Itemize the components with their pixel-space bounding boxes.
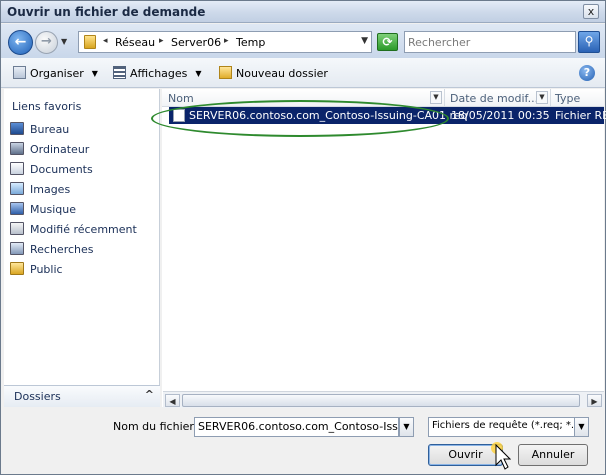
favorites-title: Liens favoris [12,100,82,113]
filetype-select[interactable]: Fichiers de requête (*.req; *.tx [428,417,576,437]
column-header-name[interactable]: Nom [168,92,194,105]
breadcrumb-separator-icon[interactable]: ▸ [224,36,229,46]
documents-icon [10,162,24,175]
sidebar-item-label: Recherches [30,243,94,256]
views-menu[interactable]: Affichages ▼ [113,66,202,80]
chevron-down-icon: ▼ [195,69,202,78]
forward-button[interactable]: → [35,31,58,54]
file-date: 18/05/2011 00:35 [451,109,550,122]
breadcrumb-separator-icon[interactable]: ◂ [103,36,108,46]
sidebar-item-label: Public [30,263,63,276]
music-icon [10,202,24,215]
sidebar-item-recherches[interactable]: Recherches [10,242,94,260]
filename-label: Nom du fichier : [113,420,202,433]
searches-icon [10,242,24,255]
search-input[interactable]: Rechercher [404,31,576,53]
column-filter-icon[interactable]: ▼ [536,91,548,104]
column-header-date[interactable]: Date de modif... [450,92,538,105]
sidebar-item-label: Bureau [30,123,70,136]
column-header-type[interactable]: Type [555,92,580,105]
filetype-dropdown-icon[interactable]: ▼ [574,417,589,437]
sidebar-item-bureau[interactable]: Bureau [10,122,69,140]
public-folder-icon [10,262,24,275]
breadcrumb-temp[interactable]: Temp [236,36,265,49]
folders-toggle[interactable]: Dossiers ^ [4,385,160,407]
address-dropdown-icon[interactable]: ▼ [361,36,368,46]
navigation-bar: ← → ▼ ◂ Réseau ▸ Server06 ▸ Temp ▼ ⟳ Rec… [1,24,605,58]
organize-label: Organiser [30,67,84,80]
sidebar-item-label: Documents [30,163,93,176]
column-divider [550,89,551,107]
new-folder-label: Nouveau dossier [236,67,328,80]
sidebar-item-label: Ordinateur [30,143,90,156]
new-folder-button[interactable]: Nouveau dossier [219,66,328,80]
folders-label: Dossiers [14,390,61,403]
scroll-left-icon[interactable]: ◀ [165,394,180,407]
scroll-thumb[interactable] [182,394,580,407]
breadcrumb-separator-icon[interactable]: ▸ [159,36,164,46]
open-button[interactable]: Ouvrir [428,444,503,466]
horizontal-scrollbar[interactable]: ◀ ▶ [163,391,604,408]
search-icon[interactable]: ⚲ [578,31,600,53]
breadcrumb-reseau[interactable]: Réseau [115,36,155,49]
chevron-down-icon: ▼ [91,69,98,78]
sidebar-item-images[interactable]: Images [10,182,70,200]
images-icon [10,182,24,195]
filename-field[interactable]: SERVER06.contoso.com_Contoso-Issuing- [194,417,399,437]
cancel-button[interactable]: Annuler [518,444,588,466]
file-list: Nom ▼ Date de modif... ▼ Type SERVER06.c… [162,89,606,407]
column-divider [444,89,445,107]
window-title: Ouvrir un fichier de demande [7,5,206,19]
new-folder-icon [219,66,232,79]
file-type: Fichier REQ [555,109,606,122]
sidebar-item-label: Musique [30,203,76,216]
organize-icon [13,66,26,79]
sidebar-item-label: Modifié récemment [30,223,137,236]
title-bar: Ouvrir un fichier de demande x [1,1,605,23]
chevron-up-icon: ^ [144,388,154,401]
computer-icon [10,142,24,155]
organize-menu[interactable]: Organiser ▼ [13,66,98,80]
filename-dropdown-icon[interactable]: ▼ [399,417,414,437]
sidebar-item-ordinateur[interactable]: Ordinateur [10,142,89,160]
file-icon [173,109,185,122]
command-toolbar: Organiser ▼ Affichages ▼ Nouveau dossier ? [1,58,605,88]
desktop-icon [10,122,24,135]
back-button[interactable]: ← [8,30,33,55]
views-label: Affichages [130,67,188,80]
address-bar[interactable]: ◂ Réseau ▸ Server06 ▸ Temp ▼ [78,31,372,53]
column-filter-icon[interactable]: ▼ [430,91,442,104]
favorites-pane: Liens favoris Bureau Ordinateur Document… [4,89,160,407]
table-row[interactable]: SERVER06.contoso.com_Contoso-Issuing-CA0… [169,107,606,124]
views-icon [113,66,126,79]
open-file-dialog: Ouvrir un fichier de demande x ← → ▼ ◂ R… [0,0,606,475]
sidebar-item-modifie-recemment[interactable]: Modifié récemment [10,222,137,240]
history-dropdown-icon[interactable]: ▼ [61,37,67,46]
sidebar-item-public[interactable]: Public [10,262,63,280]
breadcrumb-server06[interactable]: Server06 [171,36,221,49]
help-icon[interactable]: ? [579,65,595,81]
sidebar-item-musique[interactable]: Musique [10,202,76,220]
column-header-row: Nom ▼ Date de modif... ▼ Type [162,89,604,107]
file-name: SERVER06.contoso.com_Contoso-Issuing-CA0… [189,109,468,122]
recent-icon [10,222,24,235]
scroll-right-icon[interactable]: ▶ [587,394,602,407]
close-button[interactable]: x [583,4,599,19]
sidebar-item-documents[interactable]: Documents [10,162,93,180]
sidebar-item-label: Images [30,183,71,196]
network-folder-icon [84,35,96,49]
refresh-button[interactable]: ⟳ [377,33,398,51]
